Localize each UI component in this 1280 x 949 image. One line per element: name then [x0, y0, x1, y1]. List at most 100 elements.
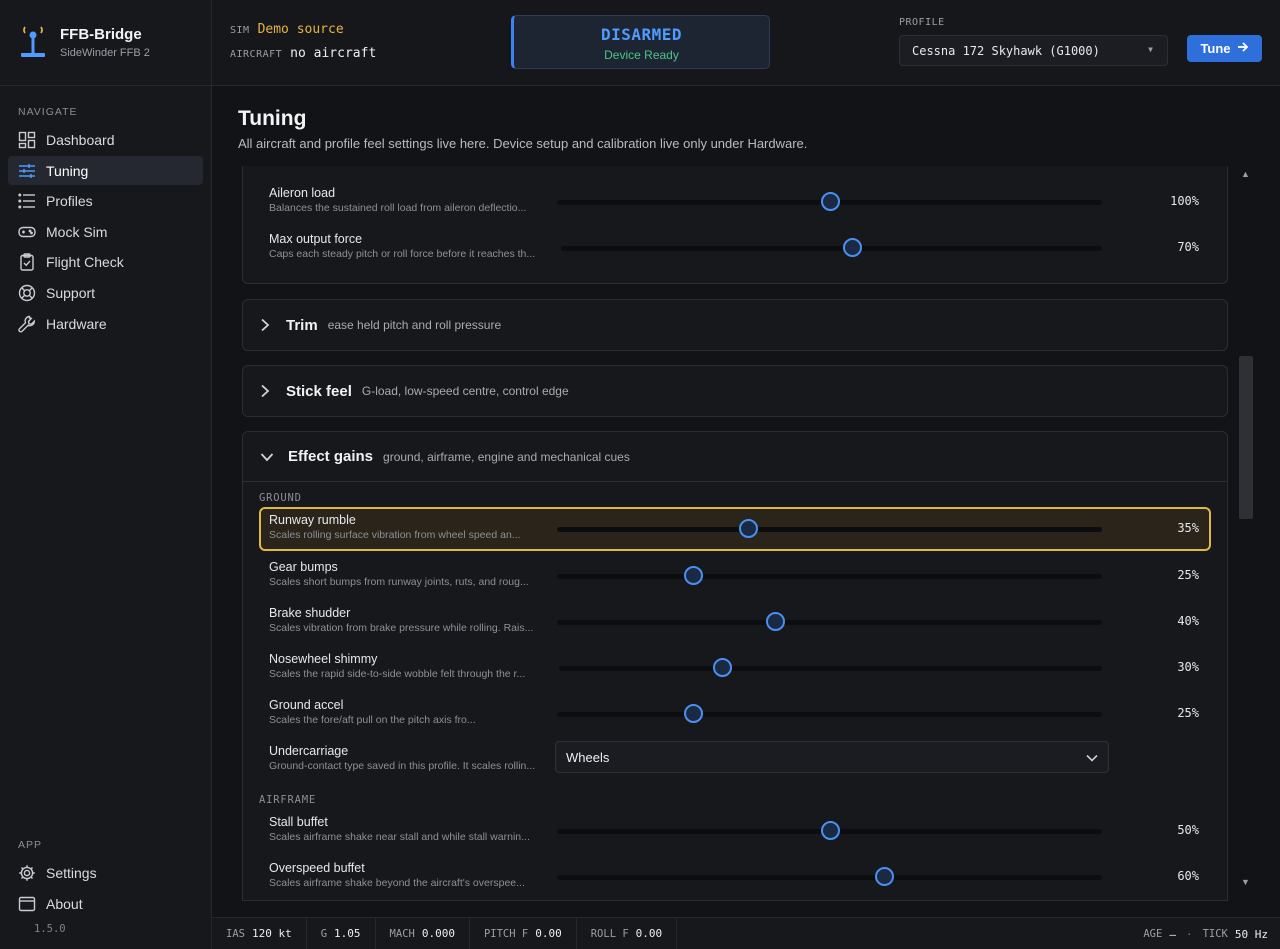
slider-thumb[interactable]	[843, 238, 863, 257]
slider-row-ground-accel: Ground accel Scales the fore/aft pull on…	[259, 692, 1211, 736]
slider-thumb[interactable]	[712, 658, 732, 677]
row-title: Brake shudder	[269, 606, 351, 620]
roll-force-readout: ROLL F 0.00	[577, 917, 678, 949]
sim-source: SIM Demo source	[230, 22, 344, 37]
chevron-down-icon	[260, 452, 274, 461]
arrow-right-icon	[1237, 41, 1249, 56]
row-description: Scales rolling surface vibration from wh…	[269, 529, 521, 541]
slider-track[interactable]	[557, 566, 1102, 585]
sim-key: SIM	[230, 25, 250, 36]
slider-thumb[interactable]	[738, 519, 758, 538]
slider-thumb[interactable]	[820, 192, 840, 211]
scrollbar-thumb[interactable]	[1239, 356, 1253, 519]
row-title: Nosewheel shimmy	[269, 652, 378, 666]
app-section-label: APP	[18, 839, 43, 851]
app-version: 1.5.0	[34, 923, 66, 935]
slider-track[interactable]	[557, 612, 1102, 631]
slider-value: 100%	[1170, 194, 1199, 208]
slider-track[interactable]	[557, 821, 1102, 840]
sidebar-item-flight-check[interactable]: Flight Check	[8, 247, 203, 276]
row-title: Aileron load	[269, 186, 336, 200]
age-value: —	[1169, 927, 1176, 941]
tune-button[interactable]: Tune	[1187, 35, 1262, 62]
pitch-force-readout: PITCH F 0.00	[470, 917, 577, 949]
row-description: Scales the fore/aft pull on the pitch ax…	[269, 714, 476, 726]
undercarriage-select[interactable]: Wheels	[555, 741, 1109, 773]
slider-track[interactable]	[557, 704, 1102, 723]
g-key: G	[320, 927, 328, 940]
row-title: Overspeed buffet	[269, 861, 365, 875]
stick-feel-accordion-header[interactable]: Stick feel G-load, low-speed centre, con…	[243, 366, 1227, 416]
profile-value: Cessna 172 Skyhawk (G1000)	[912, 43, 1100, 58]
slider-track[interactable]	[561, 238, 1102, 257]
sidebar-item-label: Support	[46, 284, 96, 301]
sim-value: Demo source	[257, 22, 344, 37]
slider-value: 40%	[1177, 614, 1199, 628]
sidebar: FFB-Bridge SideWinder FFB 2 NAVIGATE Das…	[0, 0, 212, 949]
sidebar-item-label: Flight Check	[46, 253, 124, 270]
slider-value: 25%	[1177, 706, 1199, 720]
slider-thumb[interactable]	[766, 612, 785, 631]
stick-feel-accordion: Stick feel G-load, low-speed centre, con…	[242, 365, 1228, 417]
page-subtitle: All aircraft and profile feel settings l…	[238, 136, 808, 151]
joystick-logo-icon	[20, 26, 46, 60]
sidebar-item-hardware[interactable]: Hardware	[8, 309, 203, 338]
roll-key: ROLL F	[590, 927, 629, 940]
row-description: Scales airframe shake near stall and whi…	[269, 831, 530, 843]
arm-status-text: DISARMED	[600, 25, 683, 44]
slider-row-aileron-load: Aileron load Balances the sustained roll…	[259, 180, 1211, 224]
row-title: Stall buffet	[269, 815, 328, 829]
tick-value: 50 Hz	[1234, 927, 1268, 941]
sidebar-item-label: About	[46, 895, 83, 912]
slider-track[interactable]	[559, 658, 1102, 677]
select-row-undercarriage: Undercarriage Ground-contact type saved …	[259, 738, 1211, 782]
slider-row-brake-shudder: Brake shudder Scales vibration from brak…	[259, 600, 1211, 644]
slider-track[interactable]	[557, 519, 1102, 538]
profile-label: PROFILE	[899, 17, 945, 28]
group-label-ground: GROUND	[259, 492, 302, 504]
chevron-right-icon	[261, 384, 270, 398]
slider-track[interactable]	[557, 867, 1102, 886]
row-title: Max output force	[269, 232, 363, 246]
sidebar-item-settings[interactable]: Settings	[8, 858, 203, 887]
accordion-title: Trim	[286, 316, 318, 334]
scroll-down-icon[interactable]: ▼	[1241, 877, 1250, 887]
sidebar-item-mock-sim[interactable]: Mock Sim	[8, 217, 203, 246]
sidebar-item-about[interactable]: About	[8, 889, 203, 918]
slider-value: 25%	[1177, 568, 1199, 582]
roll-panel: Aileron load Balances the sustained roll…	[242, 166, 1228, 284]
trim-accordion-header[interactable]: Trim ease held pitch and roll pressure	[243, 300, 1227, 350]
gamepad-icon	[18, 223, 36, 241]
clipboard-check-icon	[18, 252, 36, 271]
aircraft-key: AIRCRAFT	[230, 49, 283, 60]
sidebar-item-support[interactable]: Support	[8, 278, 203, 307]
brand: FFB-Bridge SideWinder FFB 2	[0, 0, 211, 86]
row-description: Caps each steady pitch or roll force bef…	[269, 248, 536, 260]
chevron-right-icon	[261, 318, 270, 332]
ias-value: 120 kt	[251, 927, 292, 940]
slider-thumb[interactable]	[875, 867, 894, 886]
slider-thumb[interactable]	[684, 704, 704, 723]
group-label-airframe: AIRFRAME	[259, 794, 316, 806]
effect-gains-accordion-header[interactable]: Effect gains ground, airframe, engine an…	[243, 432, 1227, 482]
slider-value: 35%	[1177, 521, 1199, 535]
profile-select[interactable]: Cessna 172 Skyhawk (G1000) ▼	[899, 35, 1168, 66]
slider-row-overspeed-buffet: Overspeed buffet Scales airframe shake b…	[259, 855, 1211, 899]
sidebar-item-label: Settings	[46, 864, 97, 881]
scroll-up-icon[interactable]: ▲	[1241, 169, 1250, 179]
arm-status-badge[interactable]: DISARMED Device Ready	[511, 15, 770, 69]
mach-key: MACH	[389, 927, 415, 940]
slider-track[interactable]	[557, 192, 1102, 211]
accordion-title: Effect gains	[288, 448, 374, 465]
accordion-title: Stick feel	[286, 382, 352, 400]
slider-thumb[interactable]	[820, 821, 840, 840]
sidebar-item-dashboard[interactable]: Dashboard	[8, 125, 203, 154]
slider-thumb[interactable]	[684, 566, 704, 585]
row-description: Scales airframe shake beyond the aircraf…	[269, 877, 525, 889]
tune-button-label: Tune	[1200, 41, 1231, 56]
sidebar-item-tuning[interactable]: Tuning	[8, 156, 203, 185]
undercarriage-value: Wheels	[566, 749, 610, 765]
content-scrollbar[interactable]: ▲ ▼	[1238, 166, 1254, 890]
accordion-description: G-load, low-speed centre, control edge	[361, 384, 569, 398]
sidebar-item-profiles[interactable]: Profiles	[8, 186, 203, 215]
